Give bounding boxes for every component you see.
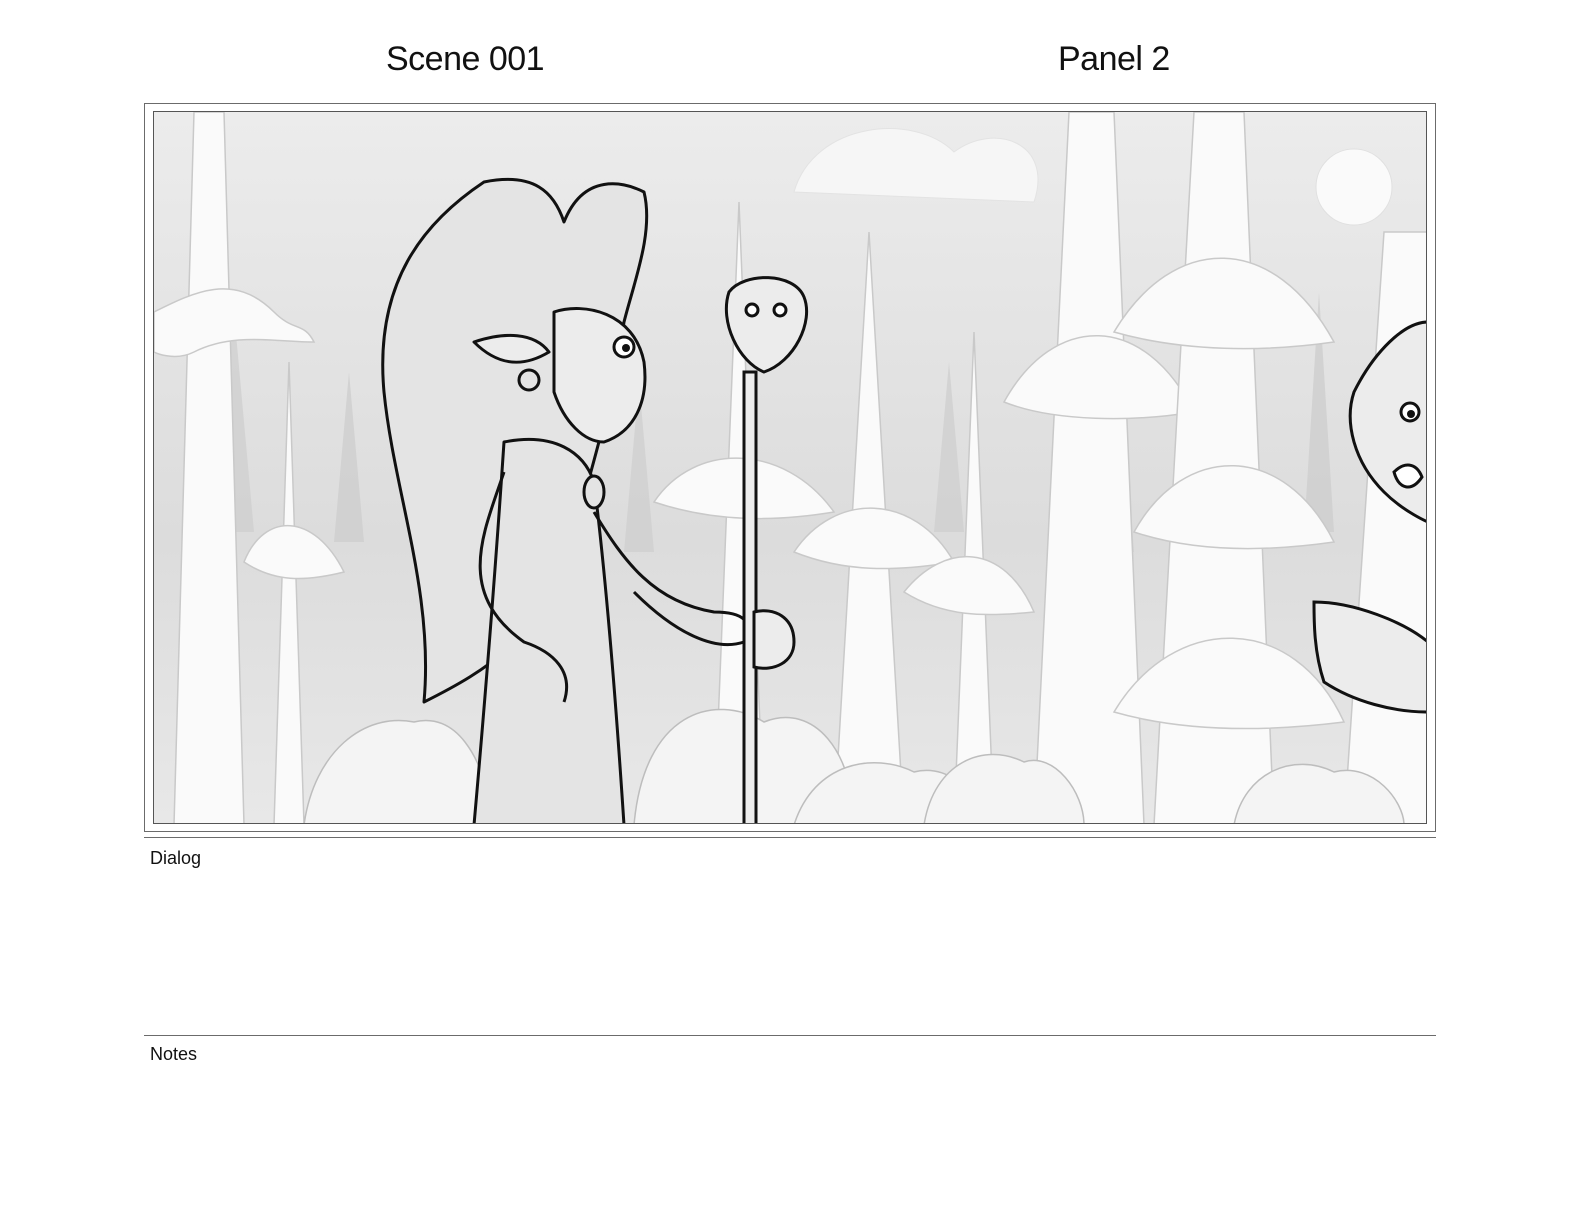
notes-text-area[interactable] <box>150 1070 1430 1200</box>
dialog-label: Dialog <box>150 848 202 868</box>
scene-number: Scene 001 <box>386 40 545 78</box>
storyboard-panel-image <box>153 111 1427 824</box>
notes-divider <box>144 1035 1436 1036</box>
dialog-divider <box>144 837 1436 838</box>
sun-shape <box>1315 148 1393 226</box>
panel-number: Panel 2 <box>1058 40 1170 78</box>
notes-label: Notes <box>150 1044 198 1064</box>
dialog-text-area[interactable] <box>150 874 1430 1024</box>
